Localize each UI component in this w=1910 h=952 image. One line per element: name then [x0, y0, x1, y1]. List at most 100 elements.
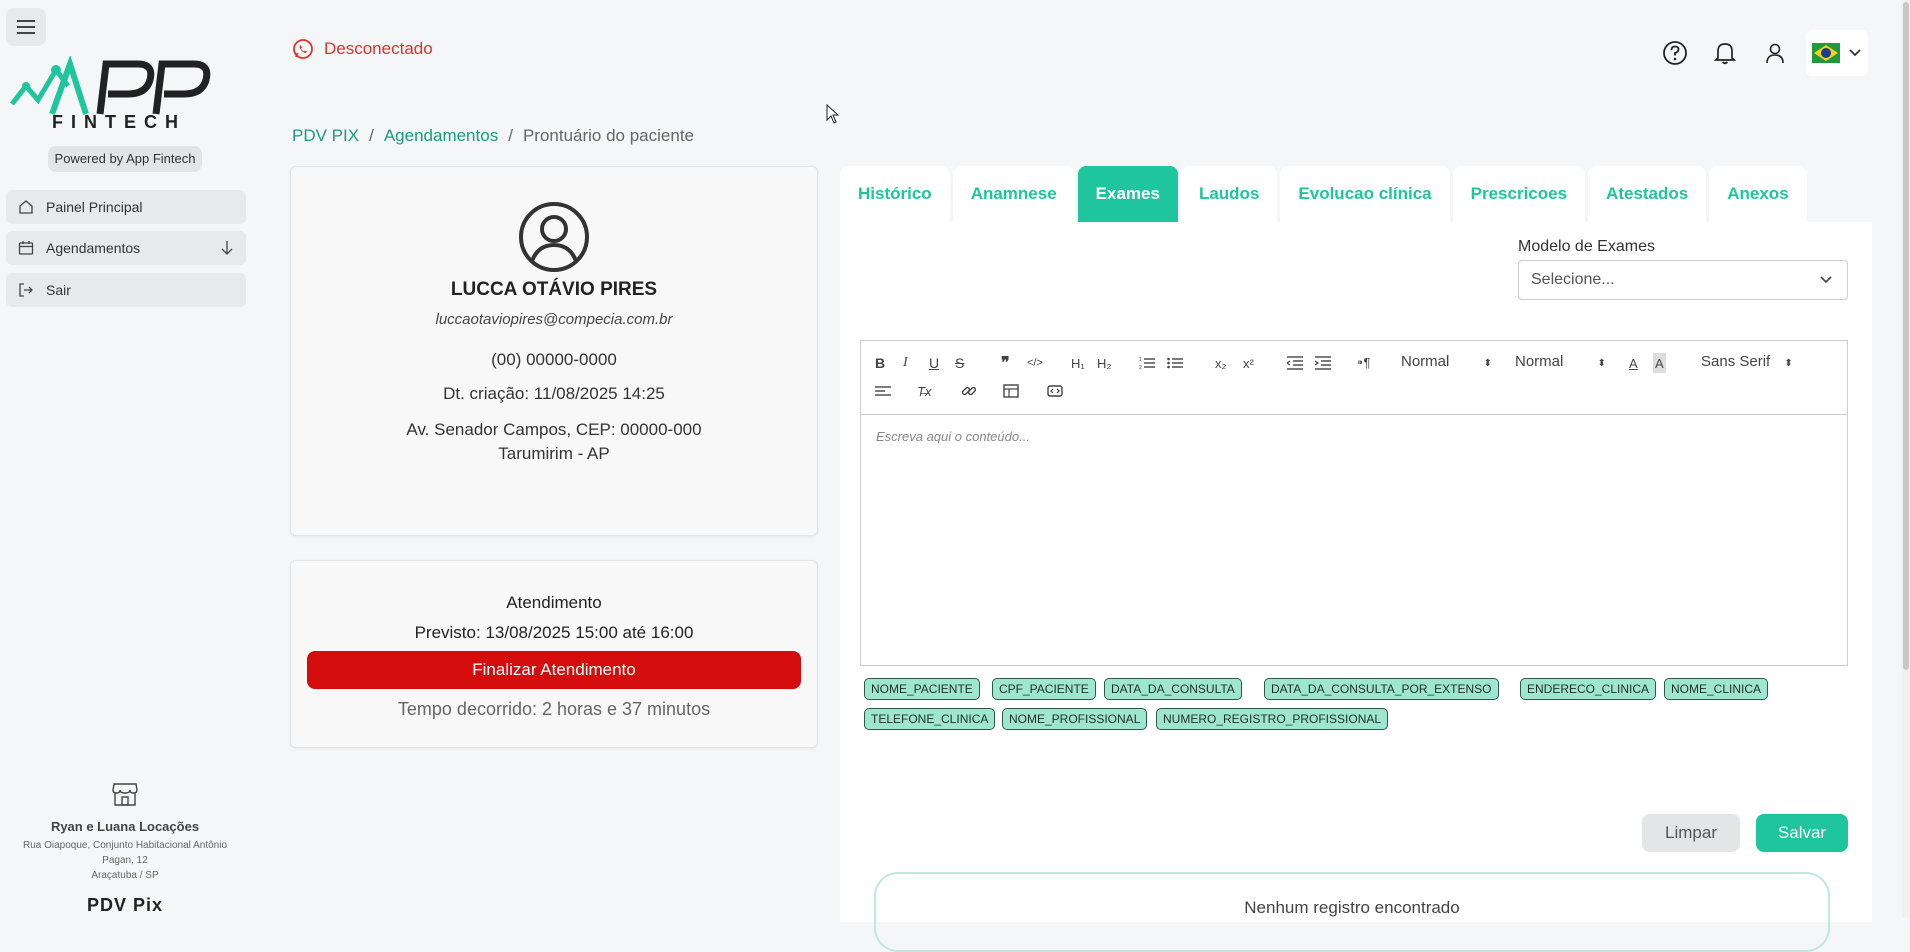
menu-toggle-button[interactable]: [6, 8, 46, 46]
top-actions: [1650, 30, 1868, 76]
italic-icon[interactable]: I: [903, 353, 908, 373]
powered-by-badge: Powered by App Fintech: [48, 146, 202, 172]
calendar-icon: [18, 240, 34, 256]
clear-format-icon[interactable]: T̶x: [917, 381, 931, 401]
logout-icon: [18, 282, 34, 298]
tab-anexos[interactable]: Anexos: [1709, 166, 1807, 222]
empty-records: Nenhum registro encontrado: [874, 872, 1830, 952]
bullet-list-icon[interactable]: [1167, 353, 1183, 373]
elapsed-time: Tempo decorrido: 2 horas e 37 minutos: [397, 699, 711, 719]
editor-content[interactable]: Escreva aqui o conteúdo...: [861, 415, 1847, 458]
notifications-button[interactable]: [1700, 34, 1750, 72]
sidebar-item-label: Painel Principal: [46, 199, 143, 215]
breadcrumb: PDV PIX / Agendamentos / Prontuário do p…: [292, 126, 694, 146]
sidebar-item-painel-principal[interactable]: Painel Principal: [6, 190, 246, 224]
svg-text:1: 1: [1139, 357, 1142, 363]
chip-cpf-paciente[interactable]: CPF_PACIENTE: [992, 678, 1096, 700]
chip-nome-clinica[interactable]: NOME_CLINICA: [1664, 678, 1769, 700]
app-footer-name: PDV Pix: [86, 895, 164, 915]
indent-icon[interactable]: [1315, 353, 1331, 373]
help-button[interactable]: [1650, 34, 1700, 72]
embed-icon[interactable]: [1047, 381, 1063, 401]
connection-status-text: Desconectado: [324, 39, 433, 58]
updown-icon: ⬍: [1483, 358, 1492, 369]
store-address-line2: Pagan, 12: [102, 855, 148, 866]
subscript-icon[interactable]: x₂: [1215, 353, 1227, 373]
chip-telefone-clinica[interactable]: TELEFONE_CLINICA: [864, 708, 996, 730]
user-button[interactable]: [1750, 34, 1800, 72]
link-icon[interactable]: [961, 381, 977, 401]
store-city: Araçatuba / SP: [91, 870, 159, 881]
chevron-down-icon: [1849, 49, 1861, 57]
page-scrollbar[interactable]: [1902, 0, 1910, 918]
tab-prescricoes[interactable]: Prescricoes: [1452, 166, 1586, 222]
breadcrumb-pdv-pix[interactable]: PDV PIX: [292, 126, 359, 146]
text-color-icon[interactable]: A: [1629, 353, 1638, 373]
superscript-icon[interactable]: x²: [1243, 353, 1254, 373]
attendance-planned: Previsto: 13/08/2025 15:00 até 16:00: [414, 623, 694, 642]
chip-numero-registro-profissional[interactable]: NUMERO_REGISTRO_PROFISSIONAL: [1156, 708, 1389, 730]
sidebar-item-sair[interactable]: Sair: [6, 273, 246, 307]
hamburger-icon: [17, 20, 35, 34]
heading2-icon[interactable]: H₂: [1097, 353, 1111, 373]
tab-historico[interactable]: Histórico: [840, 166, 950, 222]
store-name: Ryan e Luana Locações: [50, 819, 200, 834]
patient-created-date: Dt. criação: 11/08/2025 14:25: [443, 384, 665, 403]
store-info: Ryan e Luana Locações Rua Oiapoque, Conj…: [0, 780, 250, 916]
code-icon[interactable]: </>: [1027, 353, 1043, 373]
exam-model-label: Modelo de Exames: [1518, 238, 1655, 255]
outdent-icon[interactable]: [1287, 353, 1303, 373]
exam-model-select[interactable]: Selecione...: [1518, 260, 1848, 300]
sidebar-item-agendamentos[interactable]: Agendamentos: [6, 231, 246, 265]
underline-icon[interactable]: U: [929, 353, 939, 373]
chip-nome-paciente[interactable]: NOME_PACIENTE: [864, 678, 980, 700]
empty-records-text: Nenhum registro encontrado: [1244, 898, 1460, 917]
align-icon[interactable]: [875, 381, 891, 401]
size-select-value: Normal: [1515, 353, 1564, 370]
chip-nome-profissional[interactable]: NOME_PROFISSIONAL: [1002, 708, 1148, 730]
arrow-down-icon: [220, 240, 234, 259]
breadcrumb-separator: /: [508, 126, 513, 145]
exams-panel: Modelo de Exames Selecione... B I U S ❞ …: [840, 222, 1872, 952]
mouse-cursor-icon: [826, 103, 840, 129]
background-color-icon[interactable]: A: [1653, 353, 1666, 373]
tab-anamnese[interactable]: Anamnese: [952, 166, 1075, 222]
attendance-title: Atendimento: [506, 593, 602, 612]
clear-button[interactable]: Limpar: [1642, 814, 1740, 852]
breadcrumb-agendamentos[interactable]: Agendamentos: [384, 126, 498, 146]
heading1-icon[interactable]: H₁: [1071, 353, 1085, 373]
patient-card: LUCCA OTÁVIO PIRES luccaotaviopires@comp…: [290, 166, 818, 536]
ordered-list-icon[interactable]: 12: [1139, 353, 1155, 373]
chip-endereco-clinica[interactable]: ENDERECO_CLINICA: [1520, 678, 1657, 700]
language-selector[interactable]: [1806, 30, 1868, 76]
store-icon: [112, 783, 138, 806]
breadcrumb-current: Prontuário do paciente: [522, 126, 694, 145]
size-select[interactable]: Normal ⬍: [1515, 353, 1606, 370]
patient-city: Tarumirim - AP: [498, 444, 610, 463]
chip-data-da-consulta-por-extenso[interactable]: DATA_DA_CONSULTA_POR_EXTENSO: [1264, 678, 1499, 700]
avatar-icon: [518, 201, 590, 273]
bold-icon[interactable]: B: [875, 353, 885, 373]
chip-data-da-consulta[interactable]: DATA_DA_CONSULTA: [1104, 678, 1242, 700]
whatsapp-status[interactable]: Desconectado: [292, 38, 433, 60]
patient-name: LUCCA OTÁVIO PIRES: [450, 279, 658, 300]
font-select[interactable]: Sans Serif ⬍: [1701, 353, 1793, 370]
header-select[interactable]: Normal ⬍: [1401, 353, 1492, 370]
store-address-line1: Rua Oiapoque, Conjunto Habitacional Antô…: [22, 840, 228, 851]
home-icon: [18, 199, 34, 215]
tab-evolucao-clinica[interactable]: Evolucao clínica: [1280, 166, 1450, 222]
tab-exames[interactable]: Exames: [1077, 166, 1178, 222]
strikethrough-icon[interactable]: S: [955, 353, 964, 373]
blockquote-icon[interactable]: ❞: [1001, 353, 1010, 373]
updown-icon: ⬍: [1597, 358, 1606, 369]
text-direction-icon[interactable]: ⁍¶: [1357, 353, 1370, 373]
record-tabs: Histórico Anamnese Exames Laudos Evoluca…: [840, 166, 1807, 222]
scrollbar-thumb[interactable]: [1903, 2, 1909, 670]
updown-icon: ⬍: [1784, 358, 1793, 369]
attendance-card: Atendimento Previsto: 13/08/2025 15:00 a…: [290, 560, 818, 748]
tab-laudos[interactable]: Laudos: [1180, 166, 1278, 222]
table-icon[interactable]: [1003, 381, 1019, 401]
tab-atestados[interactable]: Atestados: [1588, 166, 1707, 222]
finish-attendance-button[interactable]: Finalizar Atendimento: [307, 651, 801, 689]
save-button[interactable]: Salvar: [1756, 814, 1848, 852]
